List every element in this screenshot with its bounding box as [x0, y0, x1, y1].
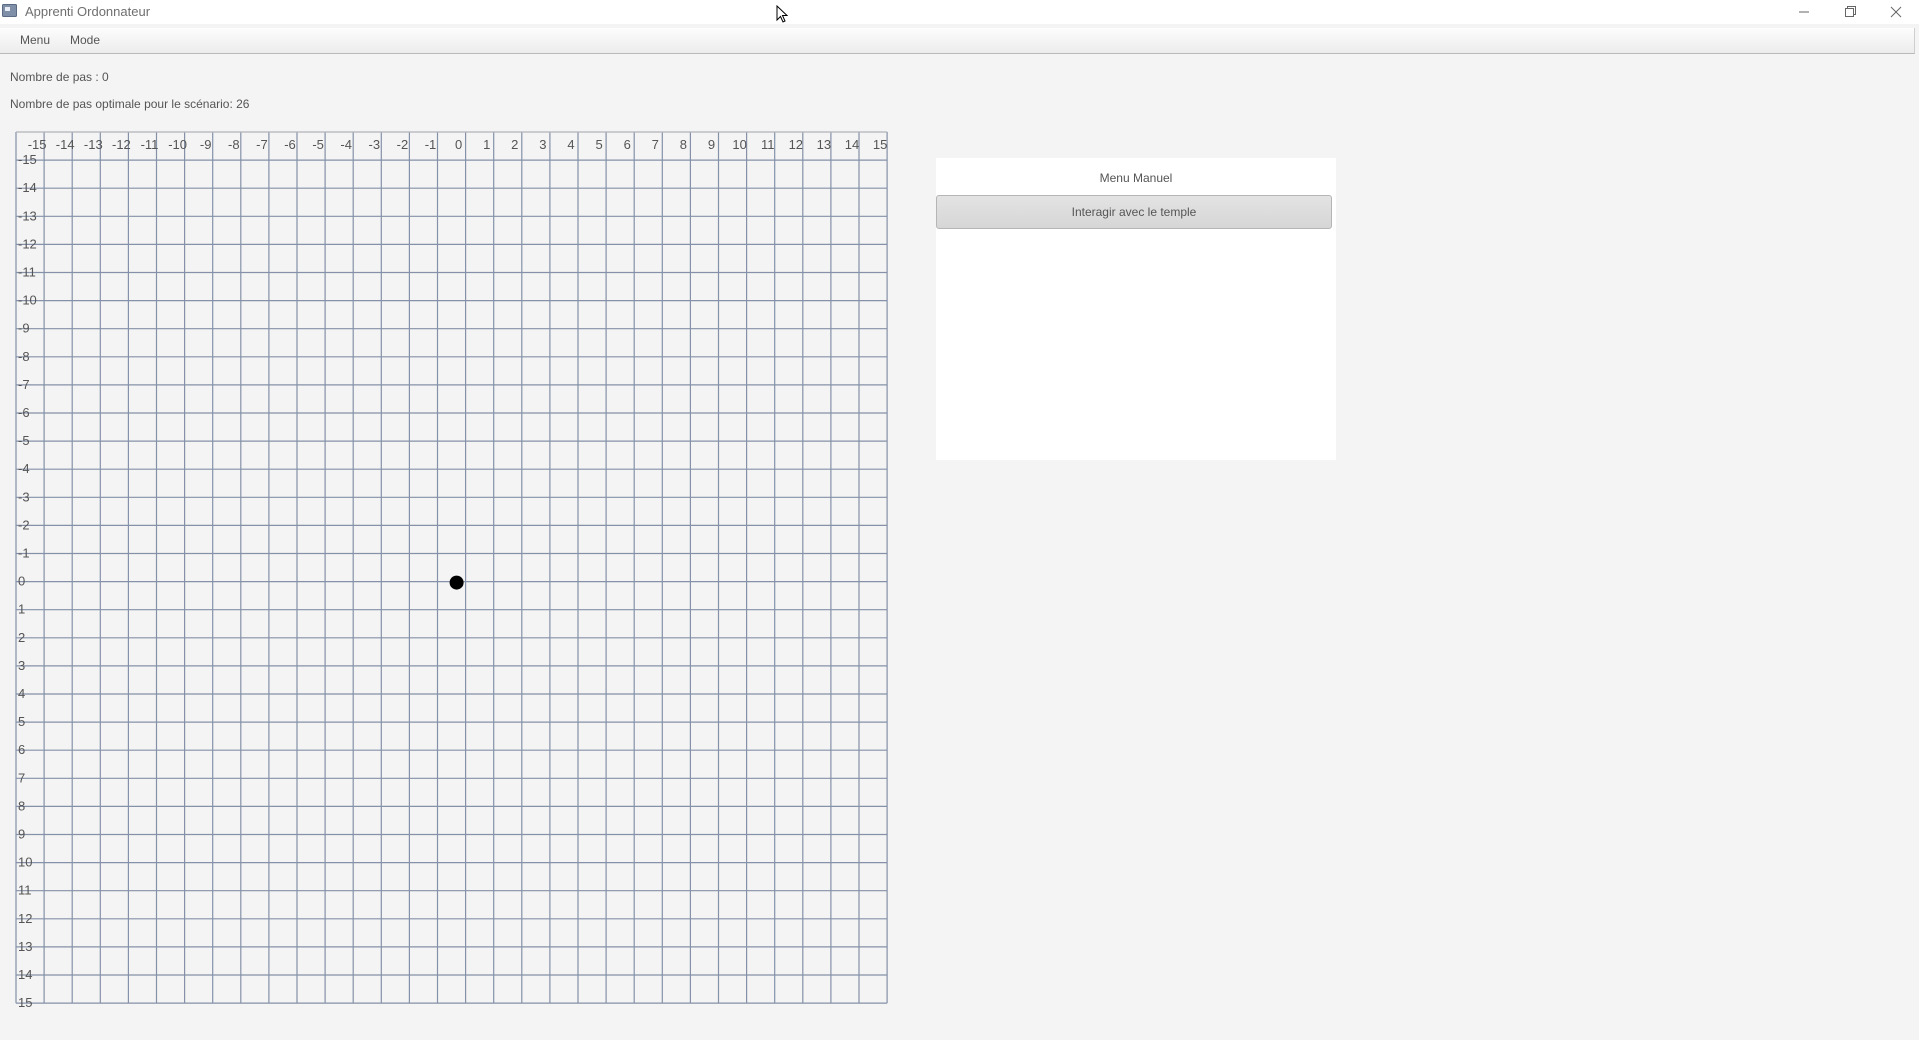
game-grid[interactable]: -15 -14 -13 -12 -11 -10 -9 -8 -7 -6 -5 -4 -3 -2 -1 0 1 2 3… [0, 122, 920, 1032]
mouse-cursor-icon [776, 4, 789, 27]
y-tick-label: 15 [18, 995, 32, 1010]
x-tick-label: 4 [567, 137, 574, 152]
steps-count-label: Nombre de pas : 0 [10, 70, 109, 84]
x-tick-label: 9 [708, 137, 715, 152]
y-tick-label: -11 [18, 265, 36, 280]
panel-title: Menu Manuel [1099, 171, 1173, 185]
y-tick-label: 3 [18, 658, 25, 673]
maximize-icon[interactable] [1828, 0, 1872, 24]
x-tick-label: 5 [595, 137, 602, 152]
y-tick-label: 9 [18, 827, 25, 842]
x-tick-label: 6 [624, 137, 631, 152]
y-tick-label: 13 [18, 939, 32, 954]
x-tick-label: 14 [845, 137, 859, 152]
close-icon[interactable] [1874, 0, 1918, 24]
y-tick-label: 8 [18, 798, 25, 813]
x-tick-label: 7 [652, 137, 659, 152]
manual-menu-panel: Menu Manuel Interagir avec le temple [936, 158, 1336, 460]
y-tick-label: 0 [18, 574, 25, 589]
x-tick-label: -15 [28, 137, 47, 152]
y-tick-label: 11 [18, 883, 32, 898]
minimize-icon[interactable] [1782, 0, 1826, 24]
x-tick-label: -14 [56, 137, 75, 152]
window-title: Apprenti Ordonnateur [25, 4, 151, 19]
y-tick-label: -14 [18, 180, 37, 195]
y-tick-label: 12 [18, 911, 32, 926]
x-tick-label: 3 [539, 137, 546, 152]
y-tick-label: -6 [18, 405, 30, 420]
y-tick-label: 1 [18, 602, 25, 617]
x-tick-label: 2 [511, 137, 518, 152]
y-tick-label: -2 [18, 517, 30, 532]
y-tick-label: -15 [18, 152, 37, 167]
y-tick-label: -3 [18, 489, 30, 504]
title-bar: Apprenti Ordonnateur [0, 0, 1919, 24]
x-tick-label: -1 [425, 137, 437, 152]
x-tick-label: -9 [200, 137, 212, 152]
y-tick-label: -9 [18, 321, 30, 336]
x-tick-label: 0 [455, 137, 462, 152]
x-tick-label: 12 [789, 137, 803, 152]
x-tick-label: 8 [680, 137, 687, 152]
app-icon [2, 3, 17, 18]
menu-item-mode[interactable]: Mode [70, 33, 100, 47]
player-marker [449, 575, 464, 590]
y-tick-label: -13 [18, 208, 37, 223]
y-tick-label: 7 [18, 770, 25, 785]
x-tick-label: -12 [112, 137, 131, 152]
y-tick-label: -8 [18, 349, 30, 364]
menu-item-menu[interactable]: Menu [20, 33, 50, 47]
x-tick-label: -2 [397, 137, 409, 152]
y-tick-label: -12 [18, 236, 37, 251]
y-tick-label: -10 [18, 293, 37, 308]
y-tick-label: -5 [18, 433, 30, 448]
x-tick-label: -6 [284, 137, 296, 152]
y-tick-label: 5 [18, 714, 25, 729]
y-tick-label: 10 [18, 855, 32, 870]
x-tick-label: 1 [483, 137, 490, 152]
y-tick-label: -1 [18, 546, 30, 561]
x-tick-label: -7 [256, 137, 268, 152]
x-tick-label: 10 [732, 137, 746, 152]
x-tick-label: 13 [817, 137, 831, 152]
optimal-steps-label: Nombre de pas optimale pour le scénario:… [10, 97, 250, 111]
x-tick-label: -8 [228, 137, 240, 152]
x-tick-label: -3 [369, 137, 381, 152]
y-tick-label: -4 [18, 461, 30, 476]
y-tick-label: 2 [18, 630, 25, 645]
x-tick-label: 15 [873, 137, 887, 152]
x-tick-label: -4 [340, 137, 352, 152]
x-tick-label: -10 [168, 137, 187, 152]
y-tick-label: -7 [18, 377, 30, 392]
x-tick-label: -13 [84, 137, 103, 152]
menu-bar: Menu Mode [0, 28, 1915, 54]
y-tick-label: 4 [18, 686, 25, 701]
x-tick-label: 11 [761, 137, 775, 152]
y-tick-label: 14 [18, 967, 32, 982]
y-tick-label: 6 [18, 742, 25, 757]
x-tick-label: -5 [312, 137, 324, 152]
interact-temple-button[interactable]: Interagir avec le temple [936, 195, 1332, 229]
x-tick-label: -11 [141, 137, 159, 152]
